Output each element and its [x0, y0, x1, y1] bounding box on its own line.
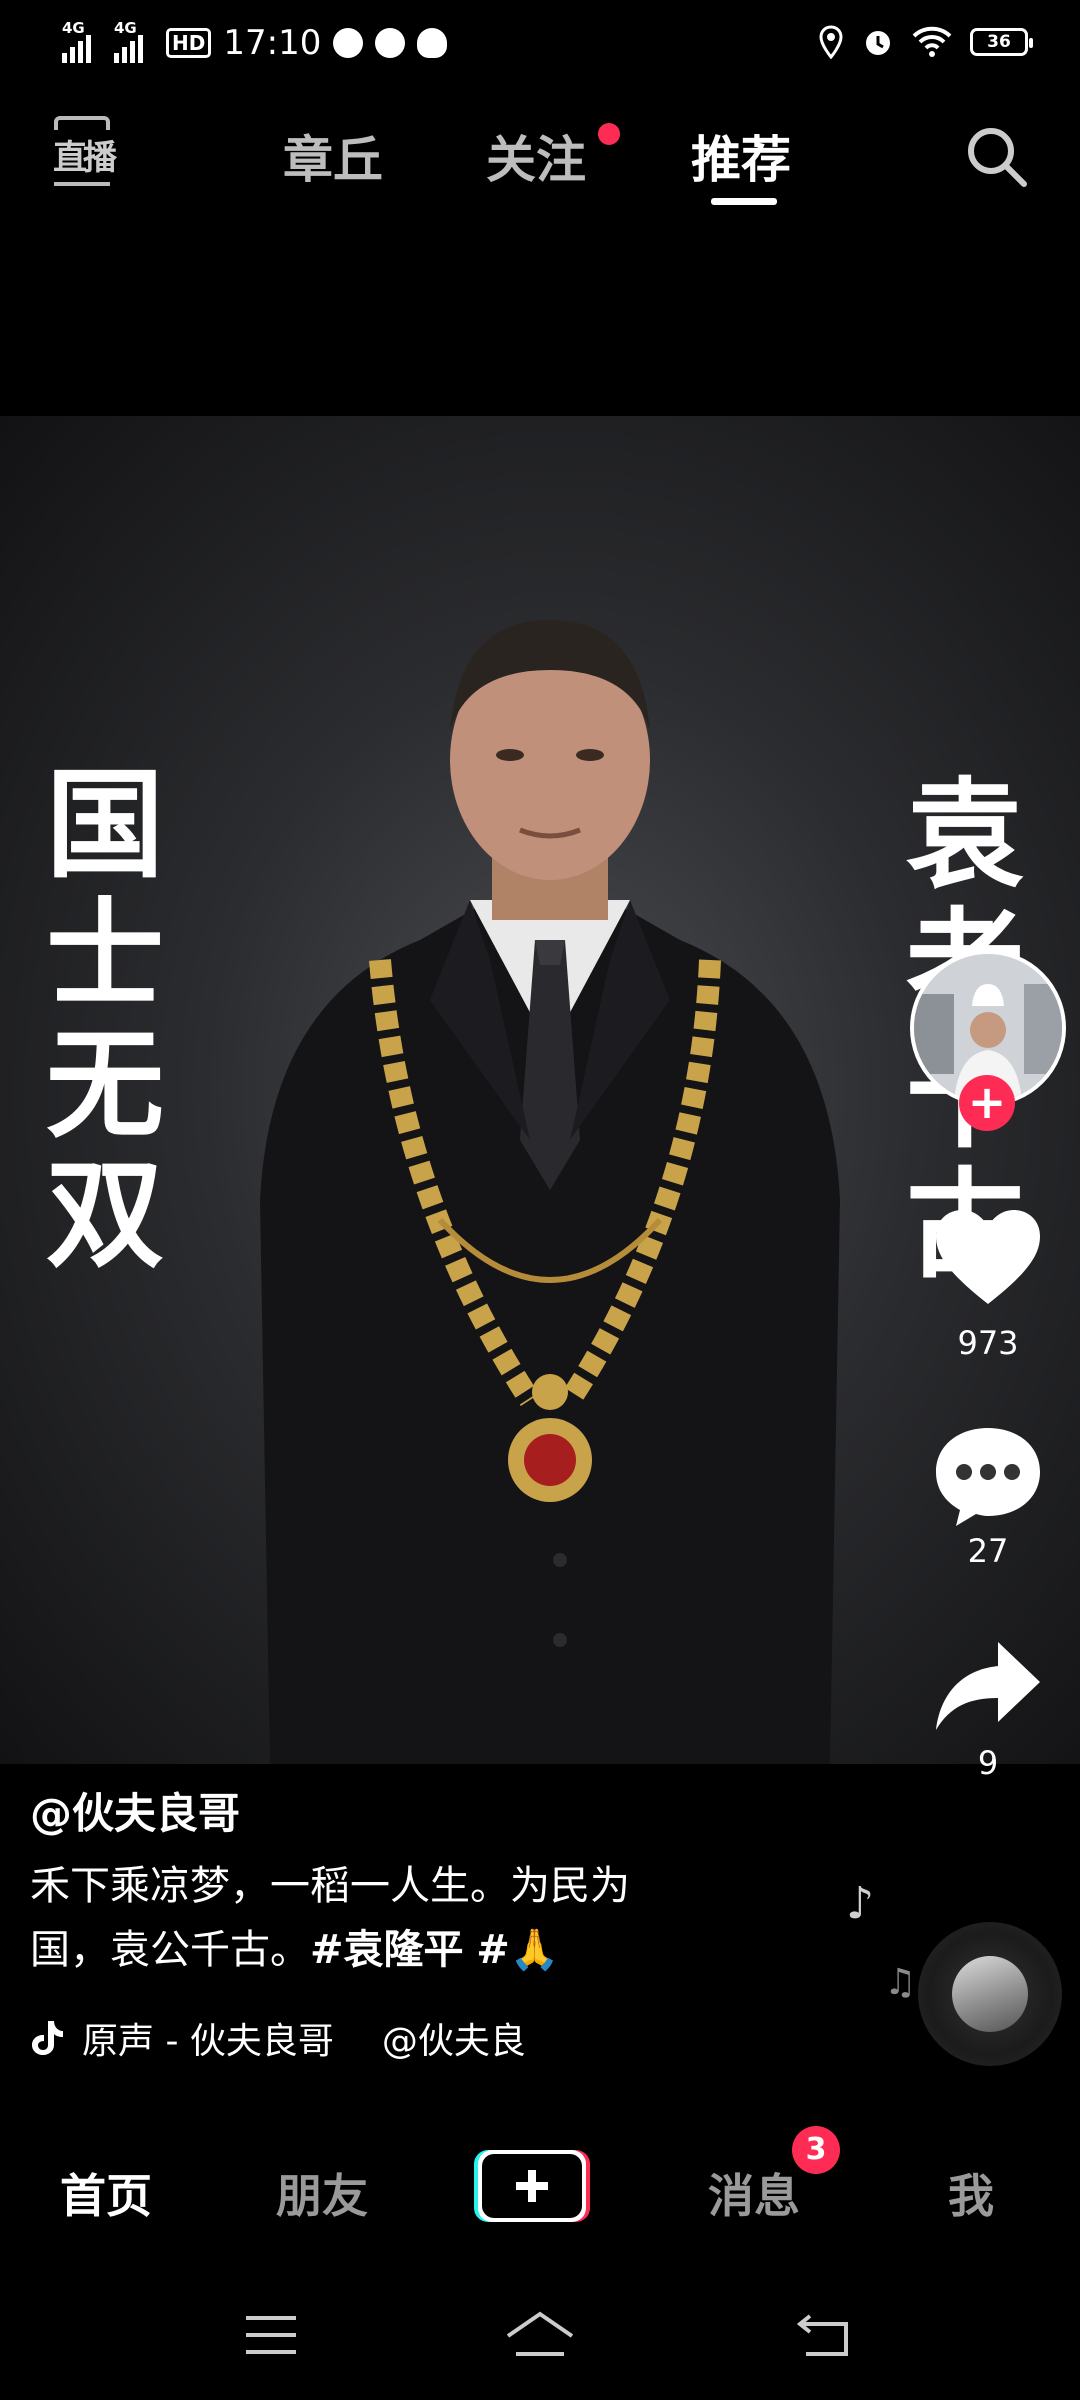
author-name[interactable]: @伙夫良哥 [30, 1780, 240, 1841]
overlay-char: 双 [45, 1146, 164, 1284]
overlay-char: 无 [45, 1016, 164, 1154]
description-text: 国，袁公千古。 [30, 1927, 310, 1973]
nav-friends[interactable]: 朋友 [276, 2160, 368, 2226]
wechat-icon [333, 28, 364, 58]
following-notification-dot [598, 123, 620, 145]
nav-home[interactable]: 首页 [60, 2160, 152, 2226]
tab-recommended[interactable]: 推荐 [691, 120, 791, 192]
like-icon[interactable] [930, 1204, 1046, 1314]
music-note-icon: ♪ [846, 1878, 875, 1929]
wifi-icon [912, 26, 952, 57]
music-author: @伙夫良 [381, 2021, 526, 2062]
music-info[interactable]: 原声 - 伙夫良哥 @伙夫良 [30, 2012, 526, 2064]
music-title: 原声 - 伙夫良哥 [82, 2021, 334, 2062]
like-count: 973 [957, 1324, 1019, 1362]
hashtag-link[interactable]: #🙏 [476, 1927, 559, 1973]
compass-icon [375, 28, 406, 58]
signal-icon: 4G [62, 19, 102, 63]
description-line-2: 国，袁公千古。#袁隆平 #🙏 [30, 1918, 730, 1982]
home-icon[interactable] [504, 2310, 576, 2360]
status-time: 17:10 [223, 23, 322, 63]
description-line-1: 禾下乘凉梦，一稻一人生。为民为 [30, 1863, 630, 1909]
menu-icon[interactable] [244, 2312, 298, 2358]
overlay-char: 袁 [905, 766, 1024, 904]
status-bar-left: 4G 4G HD 17:10 [62, 18, 448, 68]
comment-count: 27 [967, 1532, 1009, 1570]
active-tab-indicator [711, 198, 777, 205]
portrait-image [260, 620, 840, 1764]
share-icon[interactable] [930, 1634, 1046, 1744]
share-count: 9 [977, 1744, 999, 1782]
search-icon[interactable] [964, 124, 1028, 188]
network-type-1: 4G [62, 19, 85, 37]
music-note-icon: ♫ [884, 1962, 917, 2003]
battery-level: 36 [987, 32, 1011, 52]
hashtag-link[interactable]: #袁隆平 [310, 1927, 464, 1973]
tiktok-note-icon [32, 2021, 63, 2055]
hd-indicator: HD [166, 28, 212, 58]
overlay-char: 士 [45, 886, 164, 1024]
follow-button[interactable]: + [959, 1075, 1015, 1131]
network-type-2: 4G [114, 19, 137, 37]
overlay-char: 国 [45, 756, 164, 894]
nav-me[interactable]: 我 [948, 2160, 994, 2226]
messages-badge: 3 [792, 2126, 840, 2174]
create-button[interactable] [472, 2146, 592, 2226]
tab-zhangqiu[interactable]: 章丘 [283, 120, 383, 192]
comment-icon[interactable] [930, 1420, 1046, 1530]
live-button[interactable]: 直播 [48, 116, 118, 192]
qq-icon [417, 28, 448, 58]
status-bar-right: 36 [818, 20, 1033, 64]
location-icon [819, 25, 843, 59]
video-description: 禾下乘凉梦，一稻一人生。为民为 国，袁公千古。#袁隆平 #🙏 [30, 1854, 730, 1982]
signal-icon-2: 4G [114, 19, 154, 63]
battery-icon: 36 [970, 28, 1033, 56]
overlay-text-left: 国 士 无 双 [40, 760, 170, 1280]
live-label: 直播 [53, 138, 117, 178]
alarm-icon [866, 31, 890, 55]
nav-messages[interactable]: 消息 [708, 2160, 800, 2226]
back-icon[interactable] [796, 2312, 852, 2358]
tab-following[interactable]: 关注 [486, 120, 586, 192]
music-disc[interactable] [918, 1922, 1062, 2066]
